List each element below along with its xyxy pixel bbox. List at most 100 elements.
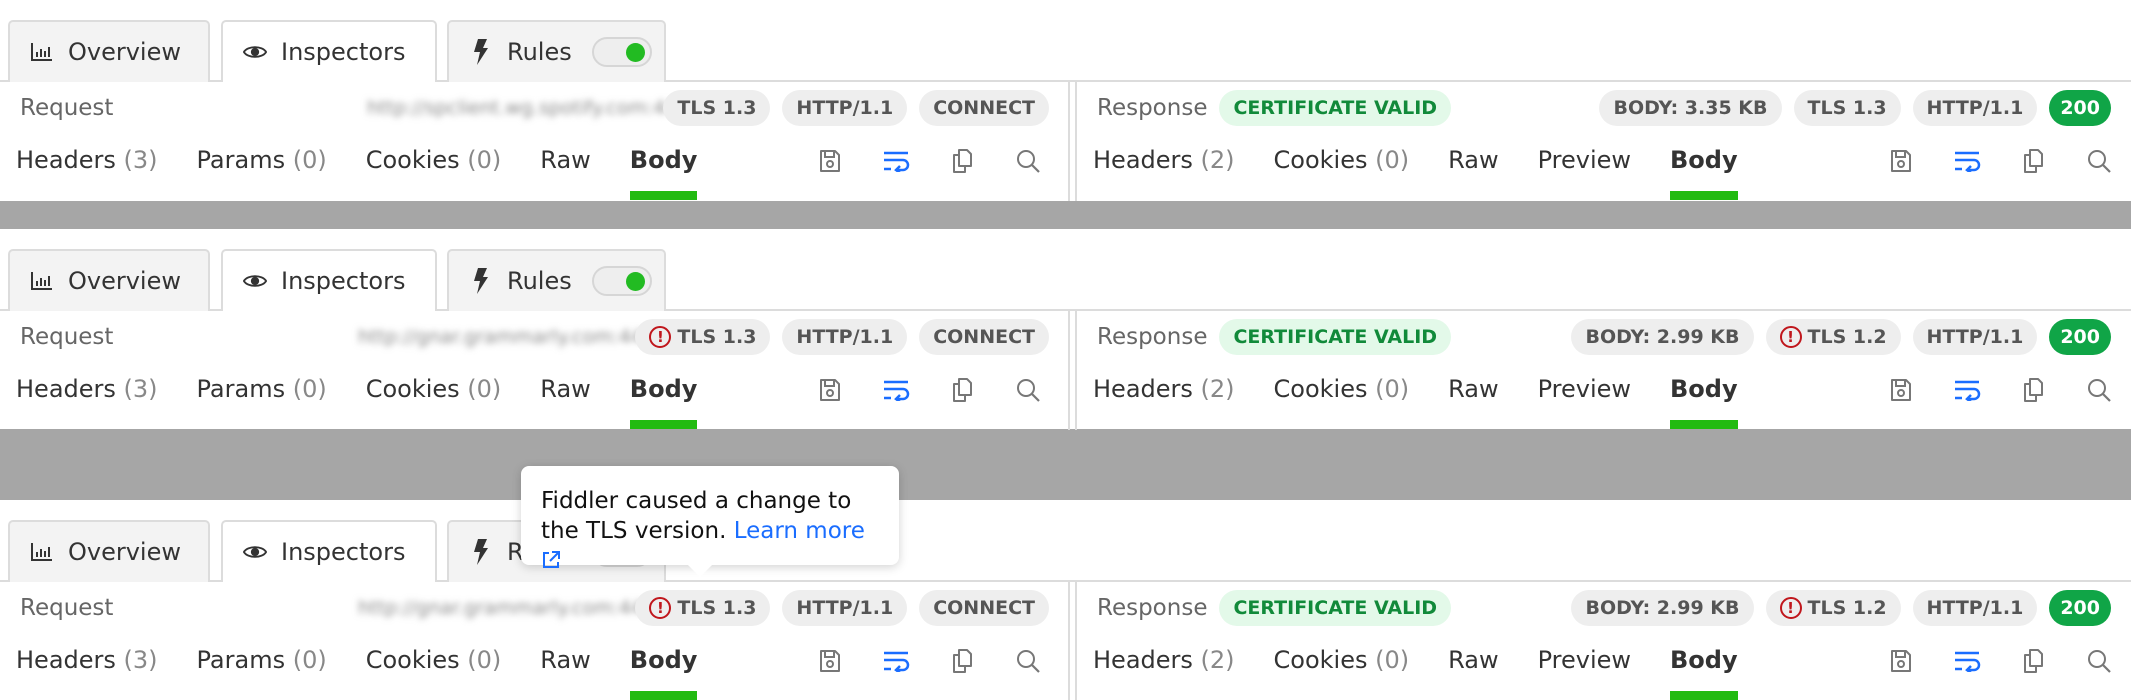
tab-inspectors[interactable]: Inspectors (221, 520, 437, 582)
request-tab-params[interactable]: Params (0) (197, 371, 327, 403)
tab-rules[interactable]: Rules (447, 249, 666, 311)
tab-rules[interactable]: Rules (447, 20, 666, 82)
response-tab-headers[interactable]: Headers (2) (1093, 371, 1235, 403)
request-tab-headers[interactable]: Headers (3) (16, 142, 158, 174)
request-header: Request http://gnar.grammarly.com:443 ! … (20, 319, 1049, 355)
tab-overview[interactable]: Overview (8, 20, 210, 82)
tab-label: Raw (540, 646, 591, 674)
tab-overview[interactable]: Overview (8, 520, 210, 582)
tab-overview-label: Overview (68, 38, 181, 66)
response-tab-raw[interactable]: Raw (1448, 642, 1498, 674)
status-code-badge: 200 (2049, 90, 2111, 126)
rules-toggle[interactable] (591, 266, 652, 296)
request-http-badge: HTTP/1.1 (782, 319, 908, 355)
tab-count: (3) (115, 146, 158, 174)
save-icon[interactable] (1886, 375, 1916, 405)
tab-label: Cookies (1273, 646, 1368, 674)
response-tls-label: TLS 1.3 (1807, 97, 1887, 119)
request-tab-headers[interactable]: Headers (3) (16, 371, 158, 403)
bar-chart-icon (30, 540, 54, 564)
request-tab-body[interactable]: Body (629, 142, 697, 200)
copy-icon[interactable] (947, 146, 977, 176)
pane-divider-left[interactable] (1068, 582, 1070, 700)
search-icon[interactable] (1013, 375, 1043, 405)
save-icon[interactable] (815, 146, 845, 176)
request-method-badge: CONNECT (919, 590, 1049, 626)
pane-divider-left[interactable] (1068, 82, 1070, 201)
copy-icon[interactable] (947, 375, 977, 405)
request-tls-badge[interactable]: TLS 1.3 (663, 90, 771, 126)
pane-divider-right[interactable] (1075, 311, 1077, 430)
response-tls-badge[interactable]: TLS 1.3 (1793, 90, 1901, 126)
search-icon[interactable] (2084, 646, 2114, 676)
pane-divider-right[interactable] (1075, 582, 1077, 700)
response-tab-preview[interactable]: Preview (1538, 371, 1631, 403)
word-wrap-icon[interactable] (881, 646, 911, 676)
pane-divider-left[interactable] (1068, 311, 1070, 430)
request-tab-cookies[interactable]: Cookies (0) (366, 642, 502, 674)
tab-label: Preview (1537, 646, 1632, 674)
response-tab-raw[interactable]: Raw (1448, 142, 1498, 174)
response-tab-body[interactable]: Body (1670, 642, 1738, 700)
search-icon[interactable] (2084, 146, 2114, 176)
request-tab-raw[interactable]: Raw (540, 371, 590, 403)
response-tab-body[interactable]: Body (1670, 371, 1738, 429)
request-tab-headers[interactable]: Headers (3) (16, 642, 158, 674)
tab-overview-label: Overview (68, 267, 181, 295)
request-tls-badge[interactable]: ! TLS 1.3 (635, 590, 771, 626)
response-tls-badge[interactable]: ! TLS 1.2 (1765, 319, 1901, 355)
tab-count: (0) (1367, 375, 1410, 403)
rules-toggle[interactable] (591, 37, 652, 67)
main-tab-strip: Overview Inspectors Rules (0, 249, 2131, 311)
request-tab-params[interactable]: Params (0) (197, 142, 327, 174)
word-wrap-icon[interactable] (1952, 146, 1982, 176)
tab-overview[interactable]: Overview (8, 249, 210, 311)
tab-inspectors[interactable]: Inspectors (221, 249, 437, 311)
response-tab-headers[interactable]: Headers (2) (1093, 142, 1235, 174)
copy-icon[interactable] (947, 646, 977, 676)
copy-icon[interactable] (2018, 146, 2048, 176)
tab-label: Cookies (365, 646, 460, 674)
request-tab-raw[interactable]: Raw (540, 642, 590, 674)
response-tab-headers[interactable]: Headers (2) (1093, 642, 1235, 674)
save-icon[interactable] (1886, 646, 1916, 676)
word-wrap-icon[interactable] (881, 375, 911, 405)
search-icon[interactable] (2084, 375, 2114, 405)
search-icon[interactable] (1013, 646, 1043, 676)
request-badges: ! TLS 1.3 HTTP/1.1 CONNECT (635, 590, 1049, 626)
word-wrap-icon[interactable] (1952, 375, 1982, 405)
request-tab-body[interactable]: Body (629, 371, 697, 429)
request-tls-label: TLS 1.3 (677, 97, 757, 119)
lightning-icon (469, 539, 493, 565)
request-title: Request (20, 595, 114, 621)
copy-icon[interactable] (2018, 375, 2048, 405)
tab-inspectors[interactable]: Inspectors (221, 20, 437, 82)
bar-chart-icon (30, 40, 54, 64)
search-icon[interactable] (1013, 146, 1043, 176)
request-tls-badge[interactable]: ! TLS 1.3 (635, 319, 771, 355)
request-tab-cookies[interactable]: Cookies (0) (366, 142, 502, 174)
tab-count: (0) (459, 646, 502, 674)
save-icon[interactable] (815, 375, 845, 405)
save-icon[interactable] (815, 646, 845, 676)
response-tls-badge[interactable]: ! TLS 1.2 (1765, 590, 1901, 626)
save-icon[interactable] (1886, 146, 1916, 176)
copy-icon[interactable] (2018, 646, 2048, 676)
request-tab-params[interactable]: Params (0) (197, 642, 327, 674)
request-tab-body[interactable]: Body (629, 642, 697, 700)
tab-label: Body (1670, 646, 1738, 674)
response-badges: BODY: 3.35 KB TLS 1.3 HTTP/1.1 200 (1599, 90, 2111, 126)
response-tab-preview[interactable]: Preview (1538, 642, 1631, 674)
response-tab-cookies[interactable]: Cookies (0) (1274, 142, 1410, 174)
response-tab-preview[interactable]: Preview (1538, 142, 1631, 174)
pane-divider-right[interactable] (1075, 82, 1077, 201)
response-tab-cookies[interactable]: Cookies (0) (1274, 371, 1410, 403)
response-header: Response CERTIFICATE VALID BODY: 2.99 KB… (1097, 590, 2111, 626)
request-tab-cookies[interactable]: Cookies (0) (366, 371, 502, 403)
response-tab-raw[interactable]: Raw (1448, 371, 1498, 403)
word-wrap-icon[interactable] (881, 146, 911, 176)
word-wrap-icon[interactable] (1952, 646, 1982, 676)
request-tab-raw[interactable]: Raw (540, 142, 590, 174)
response-tab-body[interactable]: Body (1670, 142, 1738, 200)
response-tab-cookies[interactable]: Cookies (0) (1274, 642, 1410, 674)
